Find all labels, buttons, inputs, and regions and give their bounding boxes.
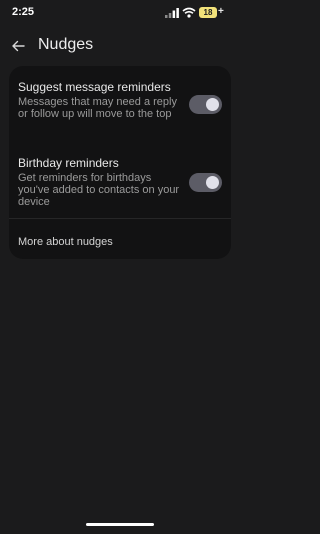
home-indicator[interactable] xyxy=(86,523,154,526)
arrow-left-icon[interactable] xyxy=(10,38,26,54)
setting-description: Get reminders for birthdays you've added… xyxy=(18,172,180,208)
setting-title: Birthday reminders xyxy=(18,156,119,170)
signal-icon xyxy=(165,8,179,18)
status-time: 2:25 xyxy=(12,6,35,18)
toggle-knob xyxy=(206,98,219,111)
more-about-nudges-link[interactable]: More about nudges xyxy=(18,236,113,248)
page-title: Nudges xyxy=(38,36,94,53)
birthday-reminders-toggle[interactable] xyxy=(189,173,222,192)
nudges-screen: 2:25 18 + Nudges Suggest message reminde… xyxy=(0,0,240,534)
message-reminders-toggle[interactable] xyxy=(189,95,222,114)
header: Nudges xyxy=(0,30,240,62)
setting-description: Messages that may need a reply or follow… xyxy=(18,96,177,120)
battery-charging-symbol: + xyxy=(218,6,224,17)
battery-icon: 18 + xyxy=(199,6,224,19)
setting-row-message-reminders[interactable]: Suggest message reminders Messages that … xyxy=(9,66,231,140)
setting-title: Suggest message reminders xyxy=(18,80,171,94)
setting-row-birthday-reminders[interactable]: Birthday reminders Get reminders for bir… xyxy=(9,144,231,218)
divider xyxy=(9,218,231,219)
settings-card: Suggest message reminders Messages that … xyxy=(9,66,231,259)
battery-level: 18 xyxy=(199,7,217,18)
toggle-knob xyxy=(206,176,219,189)
status-bar: 2:25 18 + xyxy=(0,0,240,26)
wifi-icon xyxy=(182,7,196,18)
